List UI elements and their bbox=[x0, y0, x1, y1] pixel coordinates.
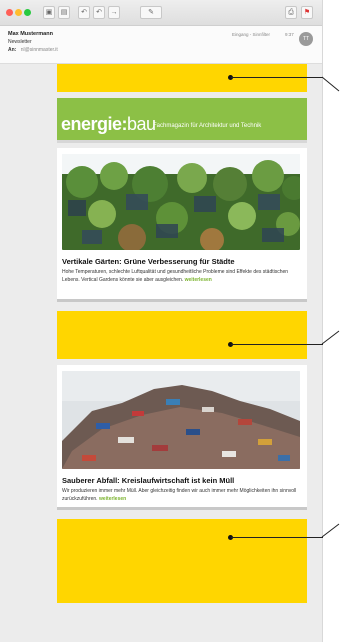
article-title[interactable]: Vertikale Gärten: Grüne Verbesserung für… bbox=[62, 257, 235, 266]
newsletter-banner[interactable]: energie:bau Fachmagazin für Architektur … bbox=[57, 98, 307, 140]
zoom-window-button[interactable] bbox=[24, 9, 31, 16]
print-icon[interactable]: ⎙ bbox=[285, 6, 297, 19]
reply-all-icon[interactable]: ↶ bbox=[93, 6, 105, 19]
close-window-button[interactable] bbox=[6, 9, 13, 16]
annotation-line bbox=[231, 537, 323, 538]
recipient-line: An: nl@sinnmaster.it bbox=[8, 47, 58, 53]
mail-toolbar: ▣ ▤ ↶ ↶ → ✎ ⎙ ⚑ bbox=[0, 0, 322, 26]
compose-icon[interactable]: ✎ bbox=[140, 6, 162, 19]
archive-icon[interactable]: ▣ bbox=[43, 6, 55, 19]
energiebau-logo: energie:bau bbox=[61, 114, 156, 134]
article-title[interactable]: Sauberer Abfall: Kreislaufwirtschaft ist… bbox=[62, 476, 234, 485]
annotation-line-end bbox=[321, 523, 340, 538]
article-teaser: Wir produzieren immer mehr Müll. Aber gl… bbox=[62, 488, 297, 502]
recipient-address[interactable]: nl@sinnmaster.it bbox=[21, 47, 58, 53]
annotation-line bbox=[231, 344, 323, 345]
forward-icon[interactable]: → bbox=[108, 6, 120, 19]
read-more-link[interactable]: weiterlesen bbox=[185, 277, 212, 283]
read-more-link[interactable]: weiterlesen bbox=[99, 496, 126, 502]
reply-icon[interactable]: ↶ bbox=[78, 6, 90, 19]
article-card-vertical-gardens: Vertikale Gärten: Grüne Verbesserung für… bbox=[57, 148, 307, 302]
message-header: Max Mustermann Newsletter An: nl@sinnmas… bbox=[0, 26, 322, 64]
ad-placeholder-middle bbox=[57, 311, 307, 359]
banner-shadow bbox=[57, 140, 307, 143]
minimize-window-button[interactable] bbox=[15, 9, 22, 16]
mailbox-folder: Eingang - Sinnfilter bbox=[232, 32, 271, 37]
annotation-line-end bbox=[321, 76, 340, 92]
ad-placeholder-bottom bbox=[57, 519, 307, 603]
annotation-line-end bbox=[321, 330, 340, 345]
annotation-line bbox=[231, 77, 323, 78]
trash-icon[interactable]: ▤ bbox=[58, 6, 70, 19]
ad-placeholder-top bbox=[57, 64, 307, 92]
avatar: TT bbox=[299, 32, 313, 46]
sender-name[interactable]: Max Mustermann bbox=[8, 31, 53, 37]
flag-icon[interactable]: ⚑ bbox=[301, 6, 313, 19]
article-card-circular-economy: Sauberer Abfall: Kreislaufwirtschaft ist… bbox=[57, 365, 307, 510]
to-label: An: bbox=[8, 47, 17, 53]
received-time: 9:37 bbox=[285, 32, 294, 37]
green-wall-building-image[interactable] bbox=[62, 154, 300, 250]
banner-tagline: Fachmagazin für Architektur und Technik bbox=[153, 123, 262, 129]
mail-window: ▣ ▤ ↶ ↶ → ✎ ⎙ ⚑ Max Mustermann Newslette… bbox=[0, 0, 323, 642]
scrap-heap-image[interactable] bbox=[62, 371, 300, 469]
article-teaser: Hohe Temperaturen, schlechte Luftqualitä… bbox=[62, 269, 289, 283]
subject: Newsletter bbox=[8, 39, 32, 45]
